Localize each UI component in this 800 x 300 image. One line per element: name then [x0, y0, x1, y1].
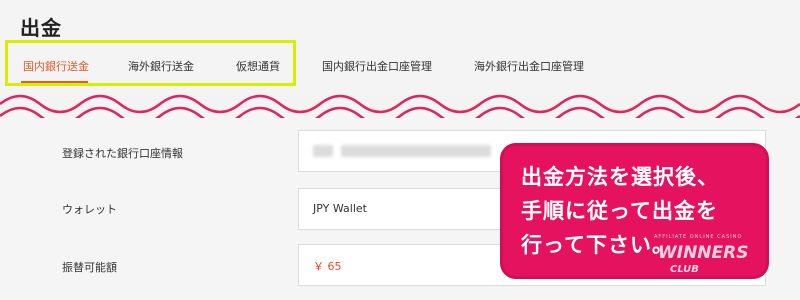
tab-highlight-box: [5, 40, 296, 86]
tab-domestic-account-management[interactable]: 国内銀行出金口座管理: [322, 58, 432, 74]
masked-account-info: [341, 145, 491, 157]
page-title: 出金: [20, 16, 62, 40]
registered-bank-account-label: 登録された銀行口座情報: [62, 147, 183, 160]
callout-line: 出金方法を選択後、: [521, 165, 719, 189]
logo-tagline: AFFILIATE ONLINE CASINO: [654, 234, 743, 240]
wallet-value: JPY Wallet: [313, 202, 367, 215]
transferable-amount-label: 振替可能額: [62, 261, 117, 274]
winners-club-logo: AFFILIATE ONLINE CASINO WINNERS CLUB: [648, 228, 768, 288]
wallet-label: ウォレット: [62, 203, 117, 216]
transferable-amount-value: ￥ 65: [313, 260, 342, 273]
logo-wordmark: WINNERS: [658, 243, 749, 263]
tab-overseas-account-management[interactable]: 海外銀行出金口座管理: [474, 58, 584, 74]
masked-account-info: [313, 145, 333, 157]
logo-subtitle: CLUB: [670, 264, 699, 275]
callout-line: 手順に従って出金を: [521, 199, 718, 223]
